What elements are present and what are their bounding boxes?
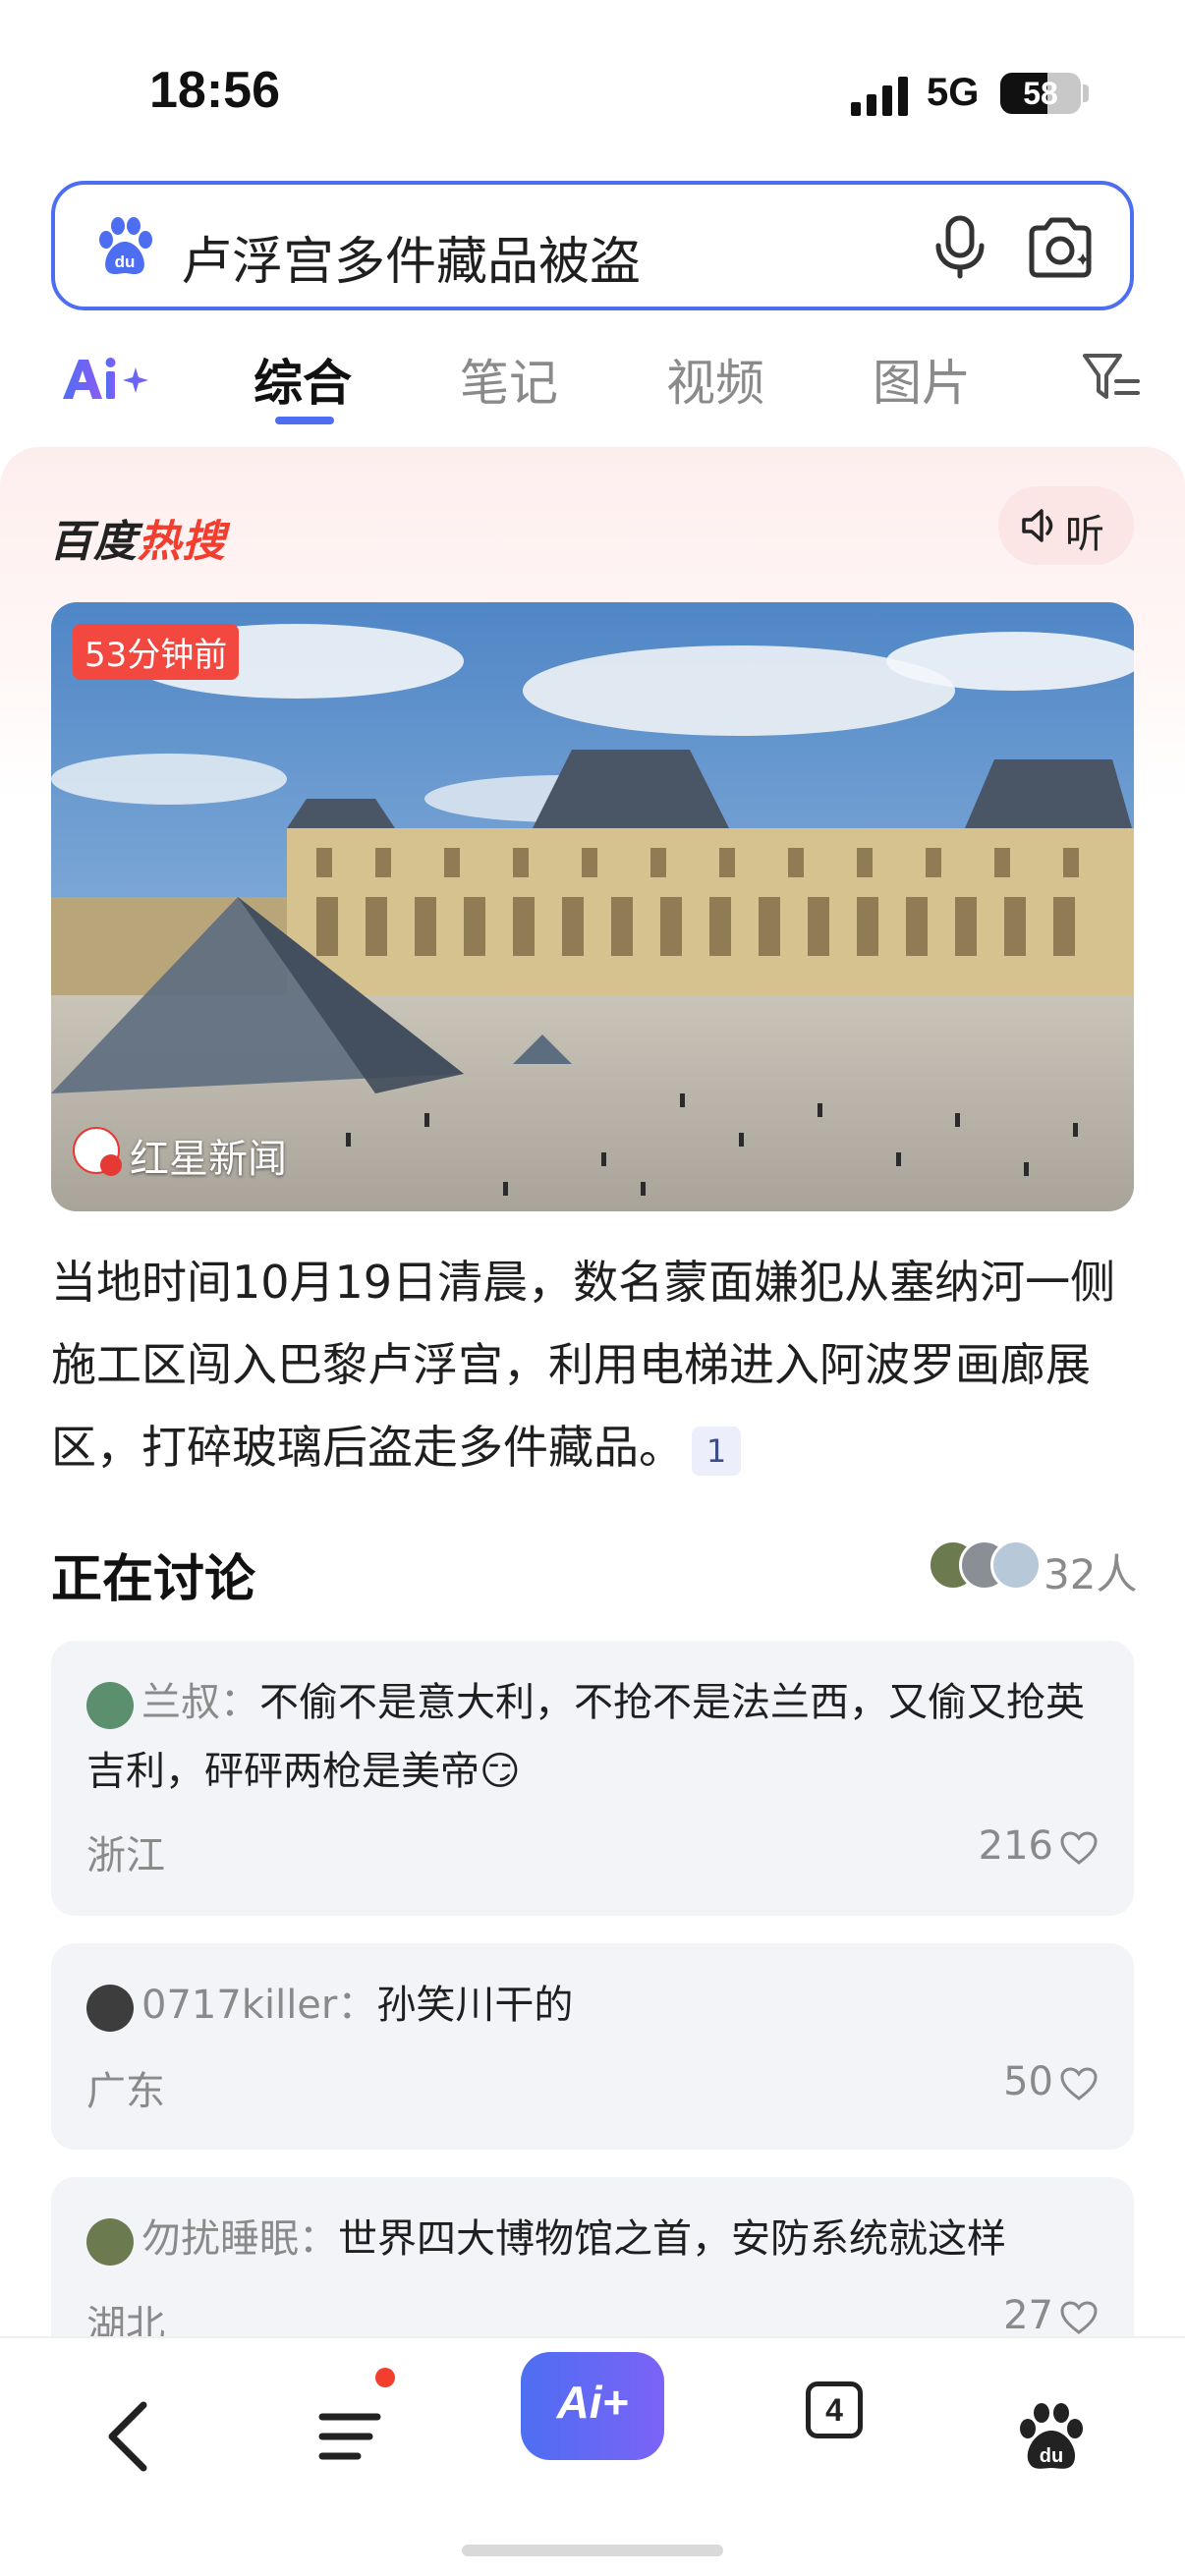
heart-icon <box>1060 2301 1098 2334</box>
source-name: 红星新闻 <box>130 1137 287 1182</box>
comment-emoji: 😏 <box>480 1749 521 1794</box>
like-button[interactable]: 216 <box>979 1823 1099 1869</box>
microphone-icon[interactable] <box>930 214 990 279</box>
comment-region: 浙江 <box>86 1833 165 1878</box>
speaker-icon <box>1022 509 1053 542</box>
like-button[interactable]: 27 <box>1003 2293 1099 2338</box>
camera-search-icon[interactable] <box>1026 214 1095 279</box>
like-button[interactable]: 50 <box>1003 2059 1099 2104</box>
battery-icon: 58 <box>1000 73 1081 114</box>
news-photo[interactable]: 53分钟前 红星新闻 <box>51 602 1134 1211</box>
time-badge: 53分钟前 <box>73 624 240 680</box>
active-tab-indicator <box>275 417 334 424</box>
ai-tab-icon[interactable] <box>57 350 155 409</box>
tab-images[interactable]: 图片 <box>873 344 971 415</box>
status-time: 18:56 <box>149 62 280 119</box>
hot-logo-prefix: 百度 <box>49 517 138 567</box>
citation-badge[interactable]: 1 <box>692 1426 741 1476</box>
filter-icon[interactable] <box>1081 348 1142 407</box>
avatar <box>990 1540 1042 1591</box>
comment-text: 孙笑川干的 <box>376 1983 574 2028</box>
like-count: 27 <box>1003 2293 1053 2338</box>
network-label: 5G <box>927 71 980 114</box>
like-count: 216 <box>978 1823 1053 1869</box>
bottom-navigation: Ai+ 4 du <box>0 2336 1185 2576</box>
comment-user[interactable]: 兰叔： <box>86 1680 259 1725</box>
home-indicator <box>462 2545 723 2556</box>
menu-icon[interactable] <box>301 2387 399 2486</box>
notification-dot <box>375 2368 395 2387</box>
heart-icon <box>1060 2067 1098 2100</box>
baidu-hot-logo: 百度热搜 <box>49 506 226 569</box>
comment-user[interactable]: 0717killer： <box>86 1983 376 2028</box>
ai-button-label: Ai+ <box>556 2377 629 2428</box>
back-icon[interactable] <box>83 2387 181 2486</box>
participant-avatars <box>928 1540 1045 1595</box>
baidu-home-icon[interactable]: du <box>1002 2387 1100 2486</box>
heart-icon <box>1060 1831 1098 1865</box>
ai-assistant-button[interactable]: Ai+ <box>521 2352 664 2460</box>
comment-body: 勿扰睡眠：世界四大博物馆之首，安防系统就这样 <box>86 2205 1108 2273</box>
tab-videos[interactable]: 视频 <box>666 344 764 415</box>
participant-count: 32人 <box>1044 1550 1138 1598</box>
comment-text: 世界四大博物馆之首，安防系统就这样 <box>338 2216 1006 2262</box>
tab-notes[interactable]: 笔记 <box>460 344 558 415</box>
status-bar: 18:56 5G 58 <box>0 0 1185 167</box>
listen-label: 听 <box>1065 512 1104 557</box>
listen-button[interactable]: 听 <box>998 486 1134 565</box>
search-input[interactable]: 卢浮宫多件藏品被盗 <box>181 220 641 294</box>
comment-body: 兰叔：不偷不是意大利，不抢不是法兰西，又偷又抢英吉利，砰砰两枪是美帝😏 <box>86 1668 1108 1806</box>
svg-text:du: du <box>1040 2445 1063 2467</box>
comment-body: 0717killer：孙笑川干的 <box>86 1971 1108 2040</box>
search-tabs: 综合 笔记 视频 图片 <box>0 334 1185 432</box>
comment-card[interactable]: 0717killer：孙笑川干的 广东 50 <box>51 1943 1134 2150</box>
battery-tip <box>1083 84 1089 102</box>
tab-all[interactable]: 综合 <box>254 344 352 415</box>
source-logo-icon <box>73 1127 122 1176</box>
tab-switcher-button[interactable]: 4 <box>806 2381 863 2438</box>
discussion-title: 正在讨论 <box>51 1550 256 1609</box>
hot-logo-suffix: 热搜 <box>138 517 226 567</box>
louvre-image <box>51 602 1134 1211</box>
comment-region: 广东 <box>86 2069 165 2114</box>
search-bar[interactable]: du 卢浮宫多件藏品被盗 <box>51 181 1134 310</box>
comment-user[interactable]: 勿扰睡眠： <box>86 2216 338 2262</box>
battery-level: 58 <box>1023 76 1058 111</box>
summary-text: 当地时间10月19日清晨，数名蒙面嫌犯从塞纳河一侧施工区闯入巴黎卢浮宫，利用电梯… <box>51 1256 1116 1474</box>
signal-icon <box>851 77 908 116</box>
news-summary: 当地时间10月19日清晨，数名蒙面嫌犯从塞纳河一侧施工区闯入巴黎卢浮宫，利用电梯… <box>51 1241 1142 1488</box>
svg-text:du: du <box>115 252 136 271</box>
comment-card[interactable]: 兰叔：不偷不是意大利，不抢不是法兰西，又偷又抢英吉利，砰砰两枪是美帝😏 浙江 2… <box>51 1641 1134 1916</box>
baidu-paw-icon: du <box>99 217 152 274</box>
like-count: 50 <box>1003 2059 1053 2104</box>
